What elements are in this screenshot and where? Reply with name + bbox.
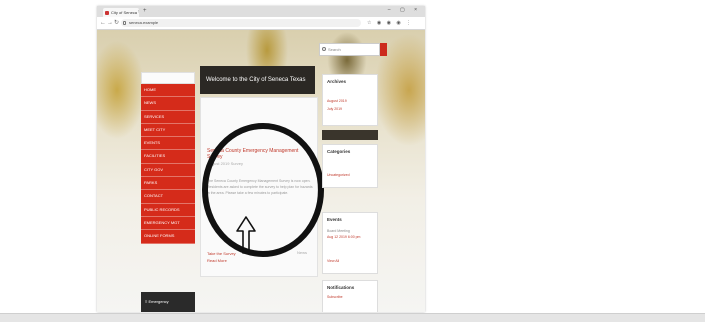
forward-button[interactable]: → <box>107 19 113 27</box>
window-controls[interactable]: – ▢ × <box>388 7 421 13</box>
reload-button[interactable]: ↻ <box>114 19 119 27</box>
search-submit-button[interactable] <box>380 43 387 56</box>
highlight-circle-annotation <box>202 123 324 257</box>
emergency-widget[interactable]: ≡ Emergency <box>141 292 195 312</box>
menu-item-city-gov[interactable]: CITY GOV <box>141 164 195 178</box>
up-arrow-annotation-icon <box>236 216 256 254</box>
screenshot-frame: City of Seneca × + – ▢ × ← → ↻ seneca.ex… <box>97 6 425 312</box>
menu-item-public-records[interactable]: PUBLIC RECORDS <box>141 204 195 217</box>
lock-icon <box>123 21 126 25</box>
subscribe-link[interactable]: Subscribe <box>327 295 343 299</box>
extension-icons[interactable]: ☆ ◉ ◉ ◉ ⋮ <box>367 19 413 27</box>
menu-item-news[interactable]: NEWS <box>141 97 195 111</box>
archives-title: Archives <box>327 79 347 84</box>
tab-title: City of Seneca <box>111 10 138 15</box>
menu-item-home[interactable]: HOME <box>141 84 195 98</box>
search-icon <box>322 47 326 51</box>
archive-link[interactable]: August 2019 <box>327 99 347 103</box>
back-button[interactable]: ← <box>100 19 106 27</box>
browser-toolbar: ← → ↻ seneca.example ☆ ◉ ◉ ◉ ⋮ <box>97 17 425 30</box>
events-widget: Events Board Meeting Aug 12 2019 6:00 pm… <box>322 212 378 274</box>
new-tab-button[interactable]: + <box>143 8 147 15</box>
welcome-banner: Welcome to the City of Seneca Texas <box>200 66 315 94</box>
category-link[interactable]: Uncategorized <box>327 173 350 177</box>
menu-item-emergency[interactable]: EMERGENCY MGT <box>141 217 195 231</box>
bottom-scrollbar[interactable] <box>0 313 705 322</box>
site-search-input[interactable]: Search <box>319 43 380 56</box>
favicon-icon <box>105 11 109 15</box>
browser-tab-bar: City of Seneca × + – ▢ × <box>97 6 425 17</box>
notifications-widget: Notifications Subscribe <box>322 280 378 312</box>
address-text: seneca.example <box>129 20 159 25</box>
tab-close-icon[interactable]: × <box>138 8 139 17</box>
events-view-all-link[interactable]: View All <box>327 259 339 263</box>
menu-item-online-forms[interactable]: ONLINE FORMS <box>141 230 195 244</box>
browser-tab[interactable]: City of Seneca × <box>103 8 139 17</box>
categories-widget: Categories Uncategorized <box>322 144 378 188</box>
menu-item-parks[interactable]: PARKS <box>141 177 195 191</box>
menu-item-meet-city[interactable]: MEET CITY <box>141 124 195 138</box>
web-page: Search HOME NEWS SERVICES MEET CITY EVEN… <box>97 30 425 312</box>
address-bar[interactable]: seneca.example <box>121 19 361 27</box>
events-title: Events <box>327 217 342 222</box>
main-menu: HOME NEWS SERVICES MEET CITY EVENTS FACI… <box>141 84 195 244</box>
sidebar-divider <box>322 130 378 140</box>
archive-link[interactable]: July 2019 <box>327 107 342 111</box>
event-name: Board Meeting <box>327 229 350 233</box>
menu-item-events[interactable]: EVENTS <box>141 137 195 151</box>
archives-widget: Archives August 2019 July 2019 <box>322 74 378 126</box>
notifications-title: Notifications <box>327 285 355 290</box>
categories-title: Categories <box>327 149 351 154</box>
event-date[interactable]: Aug 12 2019 6:00 pm <box>327 235 360 239</box>
search-placeholder: Search <box>328 47 341 52</box>
menu-item-contact[interactable]: CONTACT <box>141 190 195 204</box>
menu-header <box>141 72 195 84</box>
menu-item-facilities[interactable]: FACILITIES <box>141 150 195 164</box>
menu-item-services[interactable]: SERVICES <box>141 111 195 124</box>
